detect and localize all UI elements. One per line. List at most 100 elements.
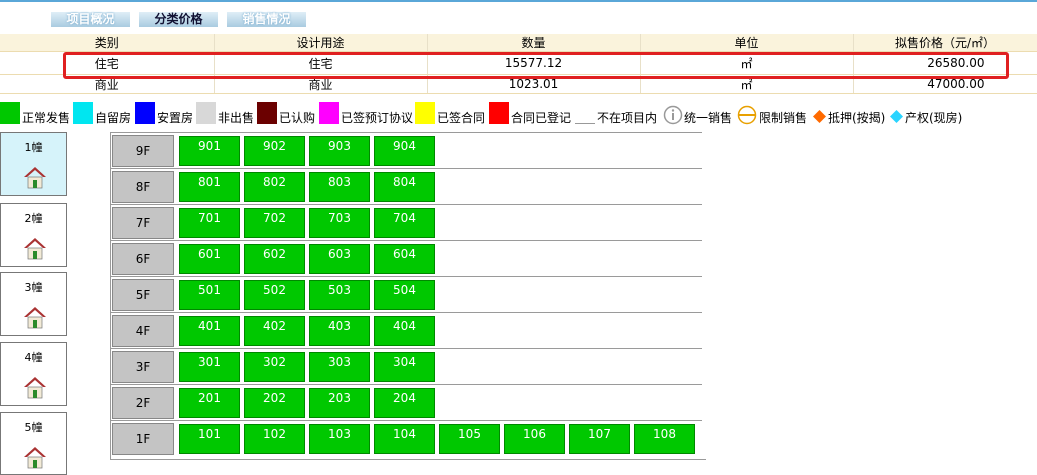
- floor-row: 9F 901 902 903 904: [110, 132, 702, 169]
- unit-cell[interactable]: 103: [309, 424, 370, 454]
- floor-row: 8F 801 802 803 804: [110, 168, 702, 205]
- unit-cell[interactable]: 701: [179, 208, 240, 238]
- legend-label: 统一销售: [684, 111, 733, 125]
- diamond-icon: [813, 110, 826, 123]
- unit-cell[interactable]: 304: [374, 352, 435, 382]
- info-icon: [663, 105, 683, 125]
- legend-label: 正常发售: [22, 111, 71, 125]
- unit-cell[interactable]: 802: [244, 172, 305, 202]
- unit-cell[interactable]: 403: [309, 316, 370, 346]
- floor-button[interactable]: 1F: [112, 423, 174, 455]
- unit-cell[interactable]: 401: [179, 316, 240, 346]
- floor-button[interactable]: 5F: [112, 279, 174, 311]
- unit-cell[interactable]: 902: [244, 136, 305, 166]
- unit-cell[interactable]: 803: [309, 172, 370, 202]
- floor-button[interactable]: 7F: [112, 207, 174, 239]
- building-label: 5幢: [24, 421, 43, 434]
- building-tab-1[interactable]: 1幢: [0, 132, 67, 196]
- unit-cell[interactable]: 106: [504, 424, 565, 454]
- legend-swatch: [135, 102, 155, 124]
- unit-cell[interactable]: 402: [244, 316, 305, 346]
- floor-button[interactable]: 9F: [112, 135, 174, 167]
- unit-cell[interactable]: 107: [569, 424, 630, 454]
- unit-cell[interactable]: 603: [309, 244, 370, 274]
- unit-cell[interactable]: 601: [179, 244, 240, 274]
- legend-label: 已认购: [279, 111, 316, 125]
- unit-cell[interactable]: 301: [179, 352, 240, 382]
- restricted-icon: [737, 105, 757, 125]
- floor-row: 4F 401 402 403 404: [110, 312, 702, 349]
- unit-cell[interactable]: 104: [374, 424, 435, 454]
- unit-cell[interactable]: 801: [179, 172, 240, 202]
- unit-cell[interactable]: 904: [374, 136, 435, 166]
- unit-cell[interactable]: 504: [374, 280, 435, 310]
- highlight-box: [63, 52, 1009, 79]
- unit-cell[interactable]: 502: [244, 280, 305, 310]
- floor-button[interactable]: 6F: [112, 243, 174, 275]
- unit-cell[interactable]: 105: [439, 424, 500, 454]
- unit-cell[interactable]: 503: [309, 280, 370, 310]
- building-label: 4幢: [24, 351, 43, 364]
- floor-row: 1F 101 102 103 104 105 106 107 108: [110, 420, 702, 459]
- legend-label: 非出售: [218, 111, 255, 125]
- diamond-icon: [890, 110, 903, 123]
- legend-swatch: [257, 102, 277, 124]
- unit-cell[interactable]: 404: [374, 316, 435, 346]
- floor-grid: 9F 901 902 903 904 8F 801 802 803 804 7F…: [110, 132, 702, 460]
- building-tab-5[interactable]: 5幢: [0, 412, 67, 475]
- house-icon: [24, 377, 46, 399]
- tab-category-price[interactable]: 分类价格: [139, 12, 218, 27]
- tab-project-overview[interactable]: 项目概况: [51, 12, 130, 27]
- unit-cell[interactable]: 501: [179, 280, 240, 310]
- building-tab-2[interactable]: 2幢: [0, 203, 67, 267]
- floor-row: 7F 701 702 703 704: [110, 204, 702, 241]
- floor-row: 2F 201 202 203 204: [110, 384, 702, 421]
- floor-button[interactable]: 8F: [112, 171, 174, 203]
- floor-button[interactable]: 4F: [112, 315, 174, 347]
- building-label: 2幢: [24, 212, 43, 225]
- unit-cell[interactable]: 604: [374, 244, 435, 274]
- tab-sales-status[interactable]: 销售情况: [227, 12, 306, 27]
- unit-cell[interactable]: 702: [244, 208, 305, 238]
- unit-cell[interactable]: 203: [309, 388, 370, 418]
- grid-border: [110, 459, 706, 460]
- unit-cell[interactable]: 102: [244, 424, 305, 454]
- header-price: 拟售价格（元/㎡）: [853, 34, 1037, 52]
- unit-cell[interactable]: 202: [244, 388, 305, 418]
- legend-swatch: [319, 102, 339, 124]
- floor-button[interactable]: 3F: [112, 351, 174, 383]
- unit-cell[interactable]: 101: [179, 424, 240, 454]
- legend-label: 抵押(按揭): [828, 111, 886, 125]
- unit-cell[interactable]: 901: [179, 136, 240, 166]
- legend-swatch: [575, 102, 595, 124]
- floor-button[interactable]: 2F: [112, 387, 174, 419]
- legend-label: 产权(现房): [905, 111, 963, 125]
- building-tab-4[interactable]: 4幢: [0, 342, 67, 406]
- unit-cell[interactable]: 602: [244, 244, 305, 274]
- unit-cell[interactable]: 704: [374, 208, 435, 238]
- unit-cell[interactable]: 703: [309, 208, 370, 238]
- legend-label: 已签预订协议: [341, 111, 414, 125]
- unit-cell[interactable]: 302: [244, 352, 305, 382]
- legend-swatch: [0, 102, 20, 124]
- building-label: 3幢: [24, 281, 43, 294]
- unit-cell[interactable]: 201: [179, 388, 240, 418]
- header-design-use: 设计用途: [214, 34, 428, 52]
- building-tab-3[interactable]: 3幢: [0, 272, 67, 336]
- header-unit: 单位: [640, 34, 854, 52]
- price-table-header: 类别 设计用途 数量 单位 拟售价格（元/㎡）: [0, 34, 1037, 52]
- legend-label: 安置房: [157, 111, 194, 125]
- tab-bar: 项目概况 分类价格 销售情况: [0, 0, 1037, 32]
- unit-cell[interactable]: 303: [309, 352, 370, 382]
- header-category: 类别: [0, 34, 215, 52]
- unit-cell[interactable]: 804: [374, 172, 435, 202]
- status-legend: 正常发售 自留房 安置房 非出售 已认购 已签预订协议 已签合同 合同已登记 不…: [0, 102, 1037, 128]
- legend-label: 自留房: [95, 111, 132, 125]
- floor-row: 6F 601 602 603 604: [110, 240, 702, 277]
- legend-swatch: [415, 102, 435, 124]
- unit-cell[interactable]: 204: [374, 388, 435, 418]
- unit-cell[interactable]: 108: [634, 424, 695, 454]
- legend-label: 已签合同: [437, 111, 486, 125]
- unit-cell[interactable]: 903: [309, 136, 370, 166]
- house-icon: [24, 307, 46, 329]
